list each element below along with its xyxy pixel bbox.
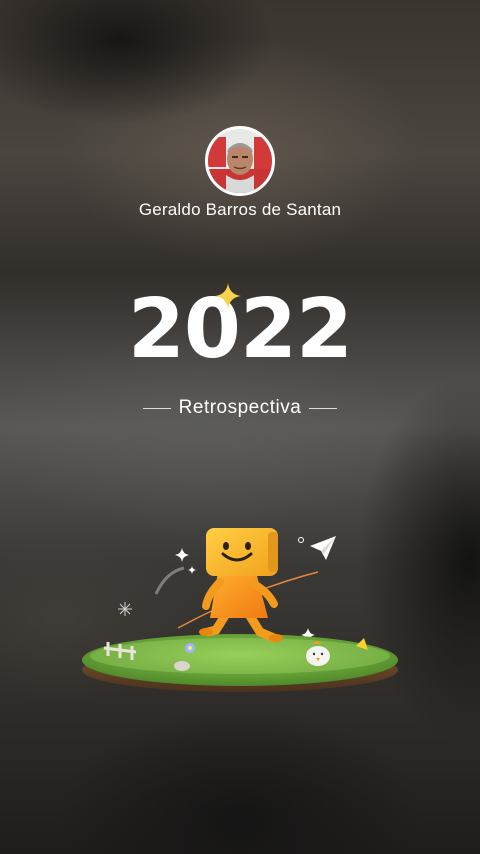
sparkle-icon: [188, 566, 196, 574]
divider-left: [142, 407, 171, 409]
subtitle-row: Retrospectiva: [0, 396, 480, 420]
sparkle-icon: [215, 283, 241, 309]
burst-icon: [118, 602, 132, 616]
profile-name: Geraldo Barros de Santan: [138, 200, 342, 219]
subtitle: Retrospectiva: [178, 397, 302, 418]
avatar[interactable]: [205, 126, 275, 196]
divider-right: [309, 407, 338, 409]
sparkle-icon: [175, 548, 189, 562]
yellow-box-mascot: [206, 528, 278, 576]
paper-plane-icon: [310, 536, 336, 560]
mascot-illustration: [82, 528, 398, 692]
